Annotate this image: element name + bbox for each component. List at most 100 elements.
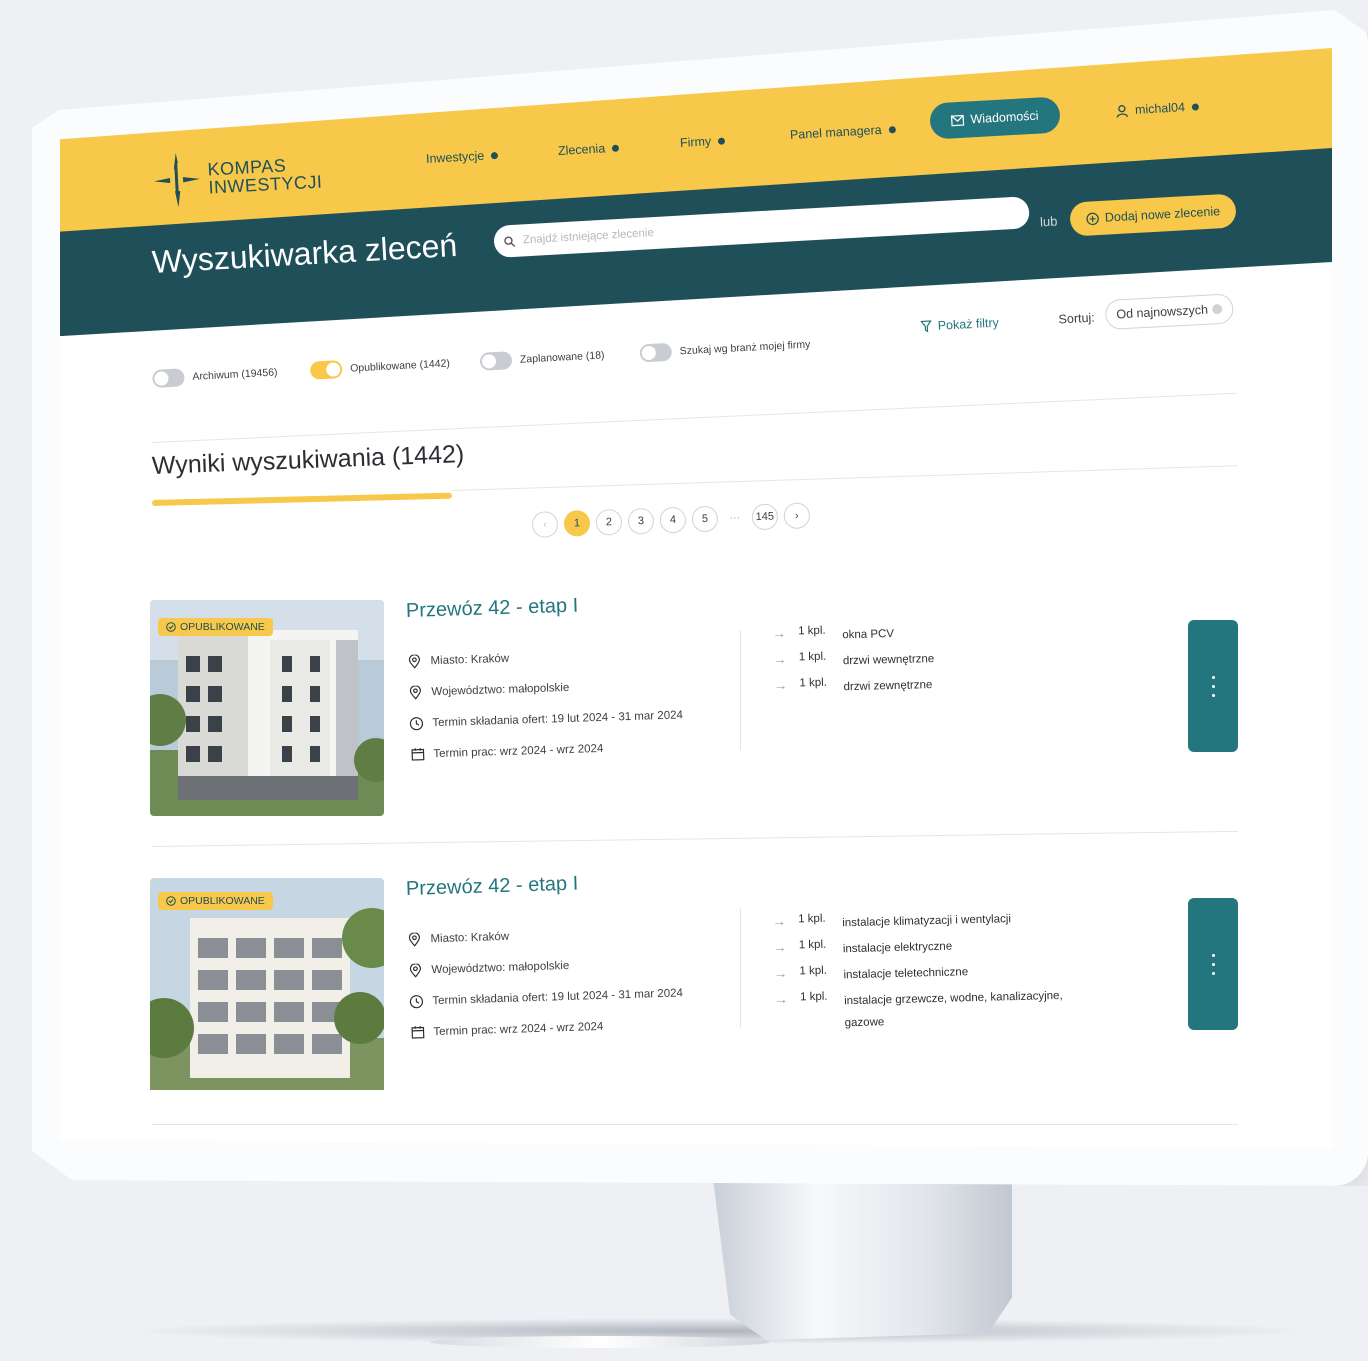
monitor-stand-base: [430, 1336, 770, 1348]
scope-qty: 1 kpl.: [799, 964, 828, 978]
or-label: lub: [1039, 213, 1058, 230]
kebab-dot-icon: [1211, 693, 1215, 697]
clock-icon: [408, 993, 424, 1009]
arrow-right-icon: →: [773, 964, 788, 981]
arrow-right-icon: →: [773, 676, 788, 693]
arrow-right-icon: →: [773, 990, 789, 1007]
detail-text: Termin prac: wrz 2024 - wrz 2024: [433, 1020, 604, 1038]
show-filters-label: Pokaż filtry: [937, 315, 1000, 333]
sort-select[interactable]: Od najnowszych: [1104, 293, 1235, 331]
last-page-button[interactable]: 145: [751, 503, 779, 531]
username: michal04: [1134, 100, 1186, 117]
funnel-icon: [920, 320, 932, 333]
nav-item-label: Firmy: [679, 134, 712, 150]
envelope-icon: [951, 114, 965, 126]
arrow-right-icon: →: [772, 938, 787, 955]
scope-qty: 1 kpl.: [799, 676, 828, 690]
kebab-dot-icon: [1211, 684, 1215, 688]
divider: [152, 1124, 1238, 1125]
chevron-down-icon: [1212, 303, 1223, 315]
toggle-opublikowane[interactable]: Opublikowane (1442): [309, 354, 451, 380]
arrow-right-icon: →: [771, 912, 787, 929]
show-filters-button[interactable]: Pokaż filtry: [920, 316, 999, 334]
page-button[interactable]: 3: [627, 507, 655, 535]
scope-list: → 1 kpl. okna PCV → 1 kpl. drzwi wewnętrzne …: [772, 618, 1094, 704]
next-page-button[interactable]: ›: [783, 502, 811, 530]
dropdown-dot-icon: [888, 125, 896, 133]
pagination-ellipsis: ···: [729, 511, 741, 525]
scope-qty: 1 kpl.: [799, 990, 828, 1004]
toggle-switch[interactable]: [639, 342, 673, 363]
listing-card[interactable]: OPUBLIKOWANE Przewóz 42 - etap I Miasto:…: [150, 595, 1240, 820]
toggle-archiwum[interactable]: Archiwum (19456): [152, 363, 278, 388]
detail-text: Województwo: małopolskie: [431, 681, 570, 698]
add-order-label: Dodaj nowe zlecenie: [1104, 204, 1221, 225]
listing-title[interactable]: Przewóz 42 - etap I: [406, 873, 579, 901]
page-button[interactable]: 2: [595, 508, 623, 536]
page-button[interactable]: 1: [563, 509, 591, 537]
sort-label: Sortuj:: [1058, 310, 1096, 327]
toggle-label: Szukaj wg branż mojej firmy: [679, 338, 811, 358]
scope-item: → 1 kpl. instalacje grzewcze, wodne, kanal…: [774, 984, 1095, 1036]
page-button[interactable]: 4: [659, 506, 687, 534]
toggle-label: Opublikowane (1442): [349, 357, 451, 375]
check-circle-icon: [166, 896, 176, 906]
location-pin-icon: [406, 653, 422, 669]
listing-card[interactable]: OPUBLIKOWANE Przewóz 42 - etap I Miasto:…: [150, 873, 1240, 1098]
dropdown-dot-icon: [717, 136, 726, 145]
toggle-switch[interactable]: [152, 368, 185, 388]
detail-text: Miasto: Kraków: [430, 652, 510, 667]
scope-qty: 1 kpl.: [798, 938, 827, 952]
dropdown-dot-icon: [491, 151, 499, 159]
kebab-dot-icon: [1211, 971, 1215, 975]
messages-button[interactable]: Wiadomości: [929, 96, 1061, 140]
listing-photo[interactable]: OPUBLIKOWANE: [150, 878, 384, 1094]
scope-name: drzwi zewnętrzne: [843, 679, 933, 694]
location-pin-icon: [406, 931, 422, 947]
sort-value: Od najnowszych: [1116, 302, 1209, 322]
listing-title[interactable]: Przewóz 42 - etap I: [406, 595, 579, 623]
kebab-dot-icon: [1211, 953, 1215, 957]
kebab-dot-icon: [1211, 675, 1215, 679]
calendar-icon: [409, 1024, 425, 1040]
plus-circle-icon: [1086, 212, 1099, 225]
detail-text: Termin składania ofert: 19 lut 2024 - 31…: [432, 708, 684, 729]
toggle-branze[interactable]: Szukaj wg branż mojej firmy: [639, 336, 811, 363]
detail-text: Miasto: Kraków: [430, 930, 510, 945]
listing-details: Miasto: Kraków Województwo: małopolskie …: [406, 915, 684, 1048]
toggle-switch[interactable]: [309, 360, 343, 380]
detail-text: Termin prac: wrz 2024 - wrz 2024: [433, 742, 604, 760]
toggle-zaplanowane[interactable]: Zaplanowane (18): [479, 346, 605, 371]
user-icon: [1116, 104, 1128, 118]
scope-qty: 1 kpl.: [798, 650, 827, 664]
vertical-divider: [740, 908, 741, 1028]
page-button[interactable]: 5: [691, 505, 719, 533]
listing-photo[interactable]: OPUBLIKOWANE: [150, 600, 384, 816]
search-icon: [504, 235, 516, 247]
toggle-label: Zaplanowane (18): [519, 349, 605, 366]
scope-name: instalacje teletechniczne: [843, 966, 969, 982]
scope-name: instalacje klimatyzacji i wentylacji: [842, 913, 1012, 930]
brand-logo[interactable]: KOMPAS INWESTYCJI: [151, 144, 324, 211]
dropdown-dot-icon: [611, 144, 620, 152]
status-badge: OPUBLIKOWANE: [158, 892, 273, 910]
vertical-divider: [740, 630, 741, 750]
scope-qty: 1 kpl.: [797, 624, 826, 638]
check-circle-icon: [166, 622, 176, 632]
scope-name: okna PCV: [842, 628, 895, 642]
scope-name: instalacje grzewcze, wodne, kanalizacyjn…: [844, 989, 1063, 1030]
toggle-label: Archiwum (19456): [192, 366, 278, 383]
arrow-right-icon: →: [771, 624, 787, 641]
more-options-button[interactable]: [1188, 898, 1238, 1030]
status-badge: OPUBLIKOWANE: [158, 618, 273, 636]
scope-list: → 1 kpl. instalacje klimatyzacji i wentyla…: [772, 906, 1095, 1036]
listing-details: Miasto: Kraków Województwo: małopolskie …: [406, 637, 684, 770]
nav-item-firmy[interactable]: Firmy: [680, 133, 726, 150]
toggle-switch[interactable]: [479, 351, 513, 371]
detail-text: Województwo: małopolskie: [431, 959, 570, 976]
scope-name: drzwi wewnętrzne: [842, 653, 935, 668]
more-options-button[interactable]: [1188, 620, 1238, 752]
prev-page-button[interactable]: ‹: [531, 511, 559, 538]
status-badge-label: OPUBLIKOWANE: [180, 621, 265, 633]
monitor-stand: [712, 1170, 1012, 1340]
